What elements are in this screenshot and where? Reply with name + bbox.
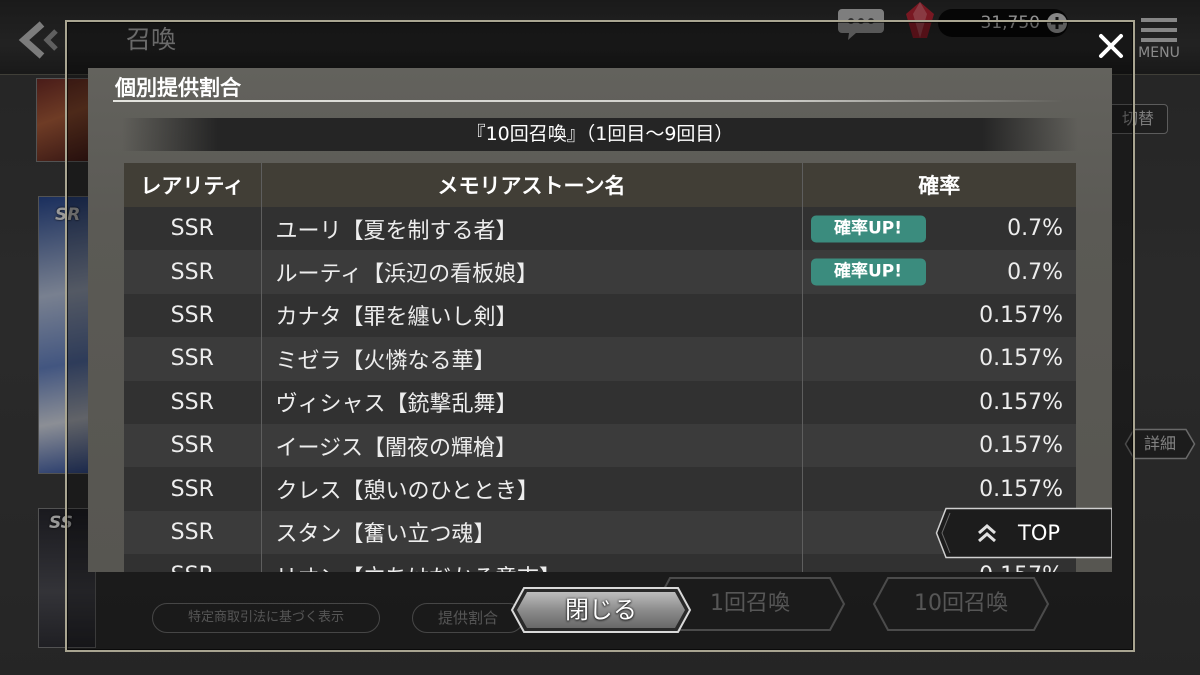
table-row: SSR ルーティ【浜辺の看板娘】 確率UP! 0.7%	[124, 250, 1076, 294]
table-row: SSR イージス【闇夜の輝槍】 0.157%	[124, 423, 1076, 468]
column-header-name: メモリアストーン名	[261, 163, 803, 207]
rate-cell: 0.157%	[802, 337, 1076, 381]
rarity-cell: SSR	[124, 207, 262, 251]
rate-cell: 確率UP! 0.7%	[802, 207, 1076, 251]
rate-value: 0.7%	[1007, 216, 1063, 242]
close-button-label: 閉じる	[565, 596, 637, 624]
scroll-top-button[interactable]: TOP	[935, 507, 1112, 559]
table-row: SSR カナタ【罪を纏いし剣】 0.157%	[124, 293, 1076, 338]
table-row: SSR クレス【憩いのひととき】 0.157%	[124, 467, 1076, 511]
column-header-rarity: レアリティ	[124, 163, 262, 207]
rate-cell: 0.157%	[802, 293, 1076, 338]
table-row: SSR スタン【奮い立つ魂】	[124, 510, 1076, 555]
rarity-cell: SSR	[124, 380, 262, 424]
rate-cell: 0.157%	[802, 380, 1076, 424]
table-row: SSR ユーリ【夏を制する者】 確率UP! 0.7%	[124, 207, 1076, 251]
rarity-cell: SSR	[124, 510, 262, 555]
rates-dialog: 個別提供割合 『10回召喚』（1回目～9回目） レアリティ メモリアストーン名 …	[0, 0, 1200, 675]
rate-value: 0.7%	[1007, 259, 1063, 285]
rate-cell: 0.157%	[802, 467, 1076, 511]
close-button[interactable]: 閉じる	[510, 586, 692, 634]
column-header-rate: 確率	[802, 163, 1076, 207]
close-icon[interactable]	[1097, 32, 1125, 60]
double-chevron-up-icon	[975, 523, 999, 543]
summon-screen: 召喚 31,750 MENU SR SS 切替 詳細 特定商取引法に基づく表示 …	[0, 0, 1200, 675]
section-title: 『10回召喚』（1回目～9回目）	[122, 118, 1078, 151]
title-underline	[113, 100, 1063, 102]
table-row: SSR ヴィシャス【銃撃乱舞】 0.157%	[124, 380, 1076, 424]
memoria-name-cell: カナタ【罪を纏いし剣】	[261, 293, 803, 338]
memoria-name-cell: スタン【奮い立つ魂】	[261, 510, 803, 555]
memoria-name-cell: ヴィシャス【銃撃乱舞】	[261, 380, 803, 424]
top-button-label: TOP	[1018, 521, 1061, 545]
rarity-cell: SSR	[124, 554, 262, 572]
rates-table-scroll[interactable]: レアリティ メモリアストーン名 確率 SSR ユーリ【夏を制する者】 確率UP!…	[124, 163, 1076, 572]
rarity-cell: SSR	[124, 293, 262, 338]
table-row: SSR ミゼラ【火憐なる華】 0.157%	[124, 337, 1076, 381]
rarity-cell: SSR	[124, 250, 262, 294]
memoria-name-cell: ルーティ【浜辺の看板娘】	[261, 250, 803, 294]
rate-up-badge: 確率UP!	[810, 258, 926, 286]
table-row: SSR リオン【立ちはだかる意志】 0.157%	[124, 554, 1076, 572]
memoria-name-cell: クレス【憩いのひととき】	[261, 467, 803, 511]
memoria-name-cell: ミゼラ【火憐なる華】	[261, 337, 803, 381]
memoria-name-cell: イージス【闇夜の輝槍】	[261, 423, 803, 468]
rates-table: レアリティ メモリアストーン名 確率 SSR ユーリ【夏を制する者】 確率UP!…	[124, 163, 1076, 572]
rates-panel: 個別提供割合 『10回召喚』（1回目～9回目） レアリティ メモリアストーン名 …	[88, 68, 1112, 572]
rarity-cell: SSR	[124, 423, 262, 468]
rarity-cell: SSR	[124, 337, 262, 381]
rate-up-badge: 確率UP!	[810, 215, 926, 243]
table-header-row: レアリティ メモリアストーン名 確率	[124, 163, 1076, 207]
rate-cell: 0.157%	[802, 423, 1076, 468]
rate-cell: 確率UP! 0.7%	[802, 250, 1076, 294]
memoria-name-cell: ユーリ【夏を制する者】	[261, 207, 803, 251]
memoria-name-cell: リオン【立ちはだかる意志】	[261, 554, 803, 572]
rarity-cell: SSR	[124, 467, 262, 511]
dialog-title: 個別提供割合	[115, 76, 241, 100]
